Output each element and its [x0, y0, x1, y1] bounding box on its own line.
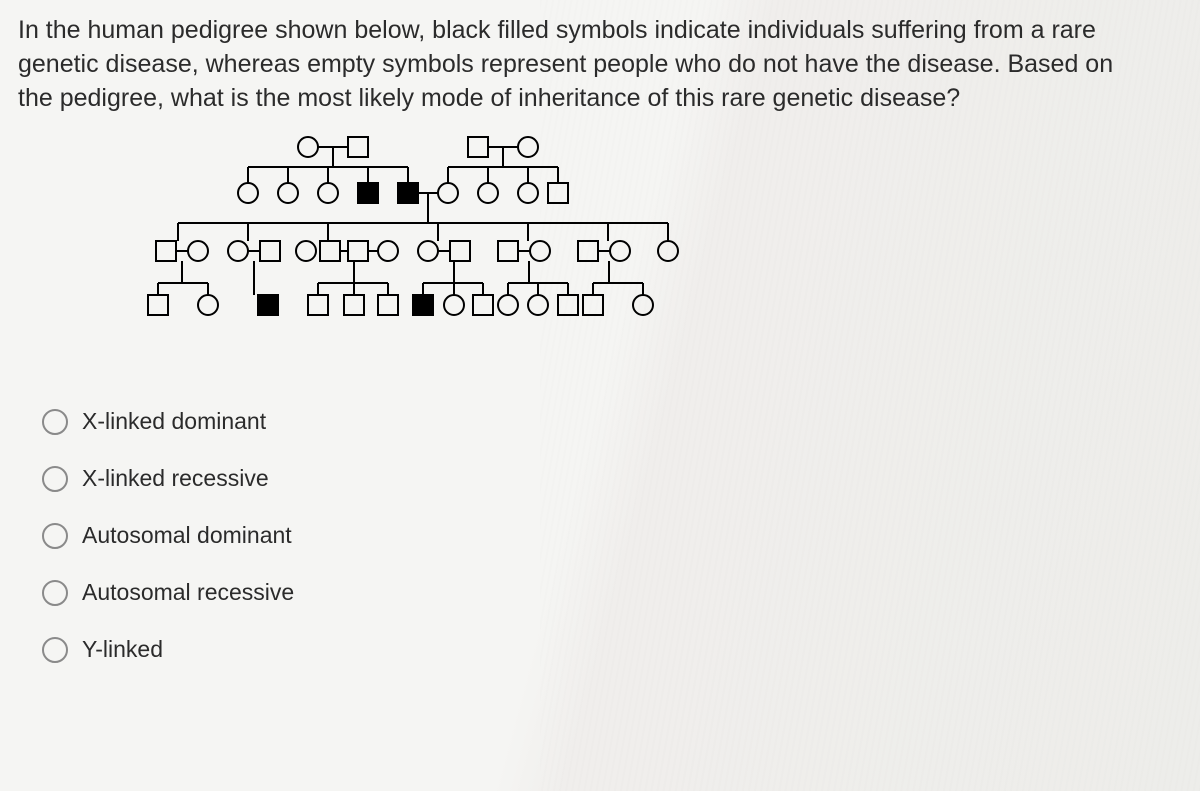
radio-icon — [42, 523, 68, 549]
option-label: Autosomal dominant — [82, 522, 292, 549]
option-label: Autosomal recessive — [82, 579, 294, 606]
radio-icon — [42, 409, 68, 435]
option-autosomal-dominant[interactable]: Autosomal dominant — [42, 522, 1182, 549]
question-text: In the human pedigree shown below, black… — [18, 14, 1118, 115]
option-x-linked-recessive[interactable]: X-linked recessive — [42, 465, 1182, 492]
option-label: X-linked dominant — [82, 408, 266, 435]
option-label: Y-linked — [82, 636, 163, 663]
question-card: In the human pedigree shown below, black… — [0, 0, 1200, 791]
scan-moire-overlay — [540, 0, 1200, 791]
answer-options: X-linked dominant X-linked recessive Aut… — [42, 408, 1182, 663]
radio-icon — [42, 580, 68, 606]
option-y-linked[interactable]: Y-linked — [42, 636, 1182, 663]
radio-icon — [42, 637, 68, 663]
option-autosomal-recessive[interactable]: Autosomal recessive — [42, 579, 1182, 606]
option-label: X-linked recessive — [82, 465, 269, 492]
radio-icon — [42, 466, 68, 492]
pedigree-diagram — [138, 133, 1182, 368]
option-x-linked-dominant[interactable]: X-linked dominant — [42, 408, 1182, 435]
